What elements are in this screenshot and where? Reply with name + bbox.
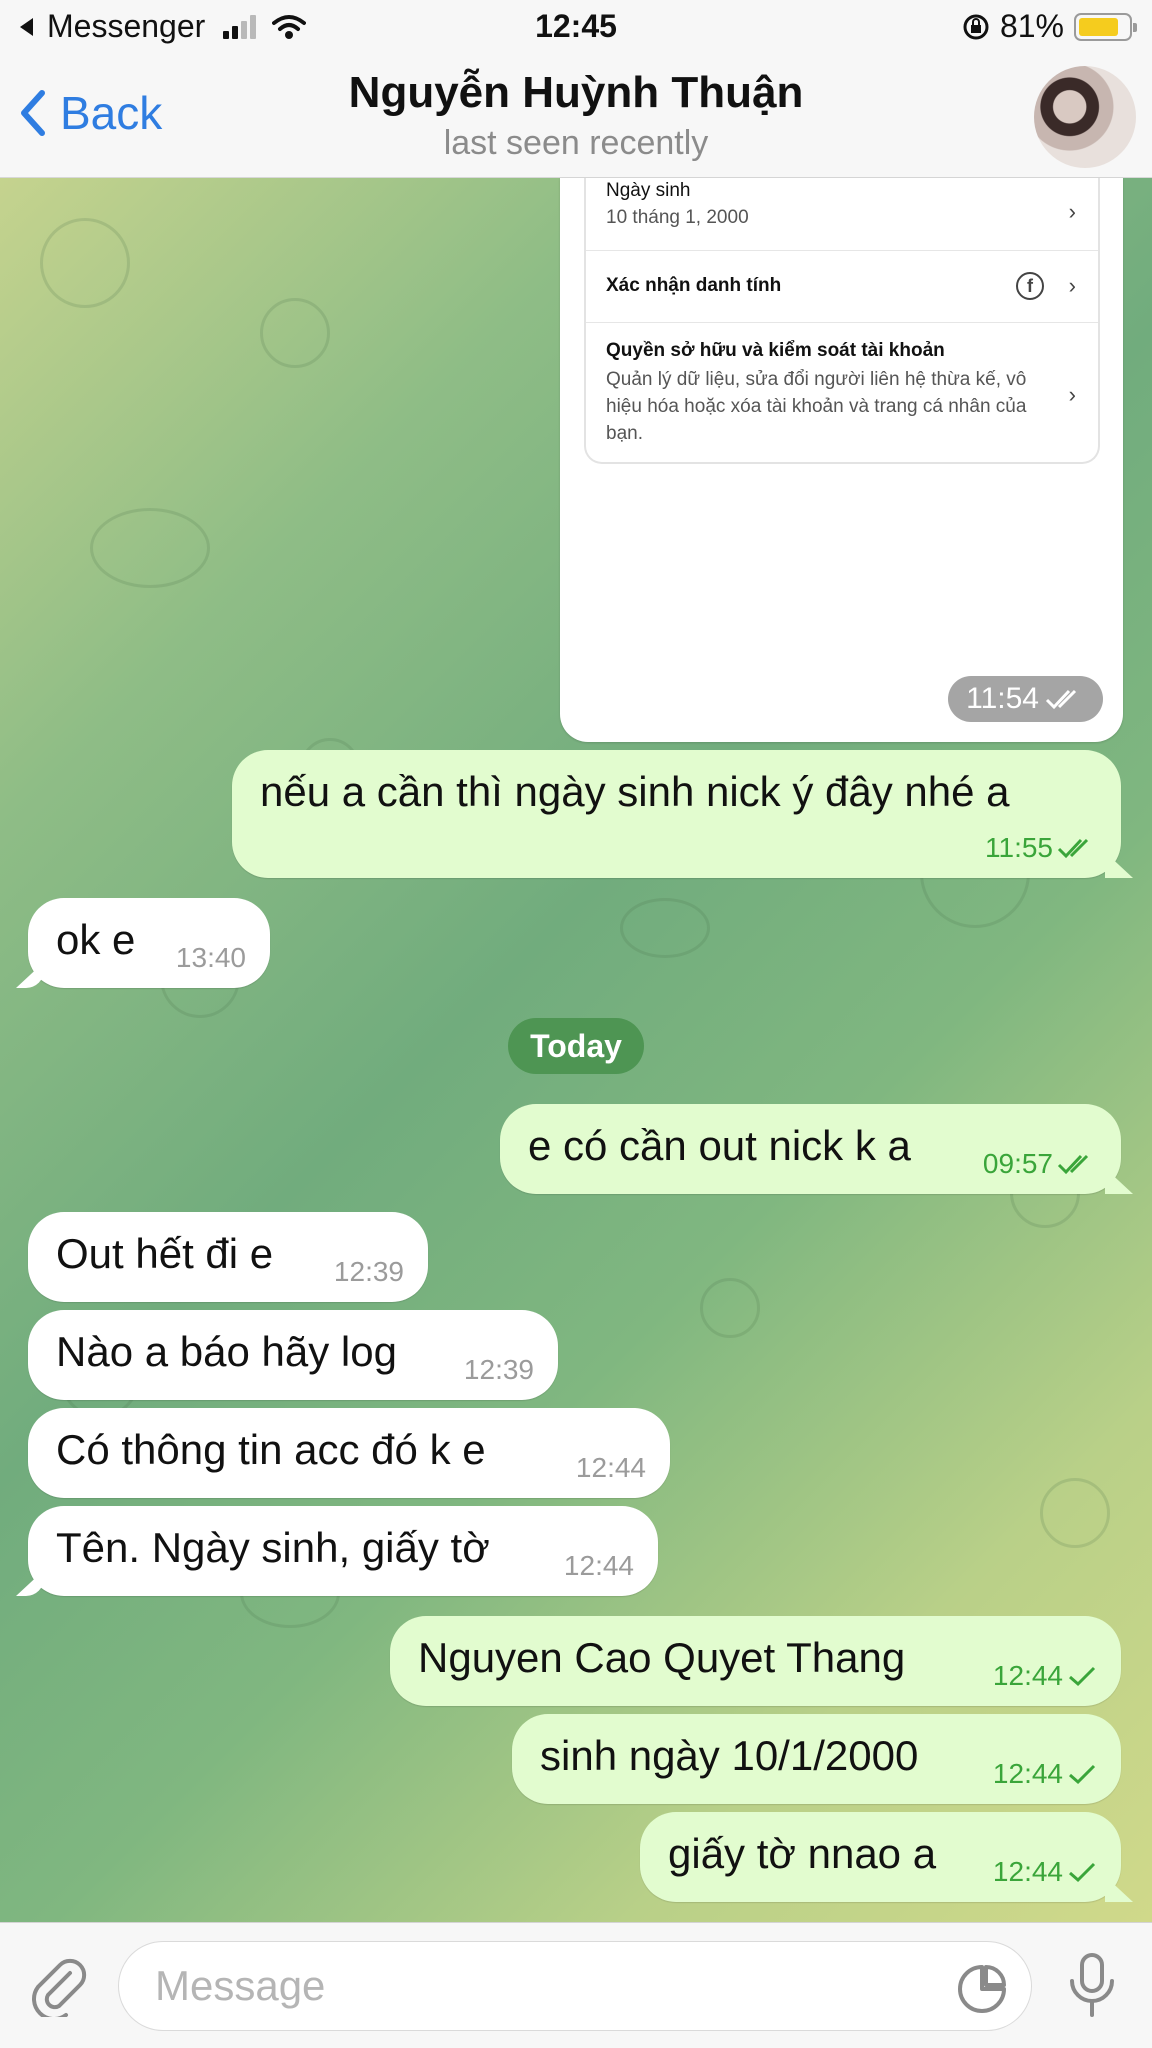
microphone-icon[interactable] <box>1062 1951 1122 2021</box>
message-text: giấy tờ nnao a <box>668 1830 937 1877</box>
message-meta: 12:44 <box>563 1550 634 1581</box>
message-text: Nào a báo hãy log <box>56 1328 397 1375</box>
chevron-right-icon: › <box>1068 382 1076 407</box>
chevron-right-icon: › <box>1068 199 1076 224</box>
double-check-icon <box>1057 1154 1089 1175</box>
message-text: e có cần out nick k a <box>528 1122 911 1169</box>
message-text: sinh ngày 10/1/2000 <box>540 1732 919 1779</box>
message-incoming[interactable]: Có thông tin acc đó k e 12:44 <box>28 1408 670 1498</box>
avatar[interactable] <box>1034 66 1136 168</box>
settings-row-birthday: Ngày sinh 10 tháng 1, 2000 › <box>606 180 1076 228</box>
shared-image-message[interactable]: Ngày sinh 10 tháng 1, 2000 › Xác nhận da… <box>560 178 1123 742</box>
contact-status: last seen recently <box>443 124 709 162</box>
date-separator: Today <box>508 1018 644 1074</box>
sticker-icon[interactable] <box>956 1963 1008 2015</box>
settings-row-identity: Xác nhận danh tính f › <box>606 272 1076 300</box>
settings-row-ownership: Quyền sở hữu và kiểm soát tài khoản Quản… <box>606 340 1076 444</box>
message-meta: 12:44 <box>993 1758 1097 1790</box>
message-meta: 13:40 <box>175 942 246 973</box>
double-check-icon <box>1045 689 1077 710</box>
message-outgoing[interactable]: Nguyen Cao Quyet Thang 12:44 <box>390 1616 1121 1706</box>
shared-settings-card: Ngày sinh 10 tháng 1, 2000 › Xác nhận da… <box>584 178 1100 464</box>
battery-icon <box>1074 12 1137 41</box>
message-incoming[interactable]: Nào a báo hãy log 12:39 <box>28 1310 558 1400</box>
message-outgoing[interactable]: nếu a cần thì ngày sinh nick ý đây nhé a… <box>232 750 1121 878</box>
message-meta: 12:44 <box>575 1452 646 1483</box>
message-meta: 12:39 <box>333 1256 404 1287</box>
message-meta: 12:44 <box>993 1660 1097 1692</box>
paperclip-icon[interactable] <box>26 1953 90 2017</box>
message-meta: 09:57 <box>983 1148 1097 1180</box>
message-outgoing[interactable]: giấy tờ nnao a 12:44 <box>640 1812 1121 1902</box>
message-outgoing[interactable]: sinh ngày 10/1/2000 12:44 <box>512 1714 1121 1804</box>
facebook-icon: f <box>1016 272 1044 300</box>
message-text: Tên. Ngày sinh, giấy tờ <box>56 1524 490 1571</box>
battery-percent: 81% <box>999 8 1064 44</box>
image-timestamp: 11:54 <box>948 676 1103 722</box>
input-bar <box>0 1922 1152 2048</box>
rotation-lock-icon <box>963 14 989 39</box>
message-text: Nguyen Cao Quyet Thang <box>418 1634 906 1681</box>
message-meta: 12:44 <box>993 1856 1097 1888</box>
chat-header: Back Nguyễn Huỳnh Thuận last seen recent… <box>0 58 1152 178</box>
message-meta: 11:55 <box>985 832 1097 864</box>
message-meta: 12:39 <box>463 1354 534 1385</box>
check-icon <box>1069 1862 1096 1883</box>
double-check-icon <box>1057 838 1089 859</box>
message-text: Out hết đi e <box>56 1230 274 1277</box>
message-incoming[interactable]: Out hết đi e 12:39 <box>28 1212 428 1302</box>
message-outgoing[interactable]: e có cần out nick k a 09:57 <box>500 1104 1121 1194</box>
contact-name[interactable]: Nguyễn Huỳnh Thuận <box>0 68 1152 118</box>
message-text: ok e <box>56 916 136 963</box>
status-bar: Messenger 12:45 81% <box>0 0 1152 58</box>
check-icon <box>1069 1764 1096 1785</box>
chevron-right-icon: › <box>1068 273 1076 298</box>
message-text: nếu a cần thì ngày sinh nick ý đây nhé a <box>260 768 1010 815</box>
message-text: Có thông tin acc đó k e <box>56 1426 486 1473</box>
message-incoming[interactable]: ok e 13:40 <box>28 898 270 988</box>
check-icon <box>1069 1666 1096 1687</box>
message-input[interactable] <box>118 1941 1032 2031</box>
message-incoming[interactable]: Tên. Ngày sinh, giấy tờ 12:44 <box>28 1506 658 1596</box>
